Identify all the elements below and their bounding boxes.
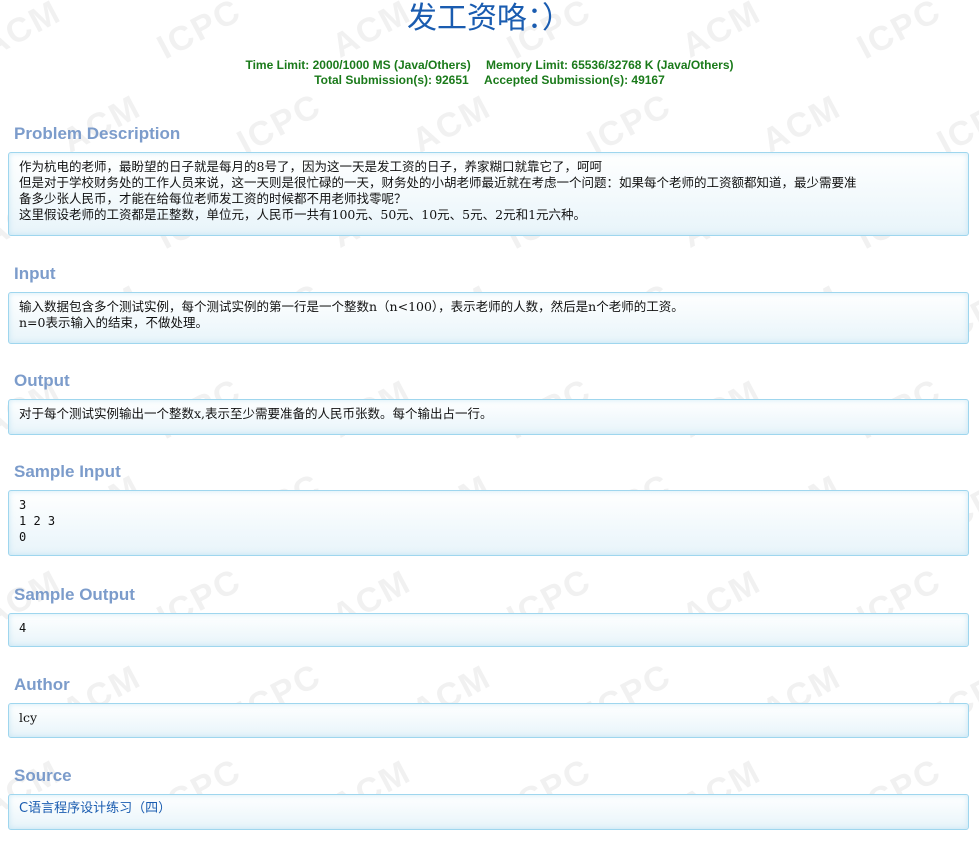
description-line: 这里假设老师的工资都是正整数，单位元，人民币一共有100元、50元、10元、5元… [19, 207, 587, 222]
sample-output-heading: Sample Output [14, 585, 135, 604]
sample-input-heading: Sample Input [14, 462, 121, 481]
input-line: 输入数据包含多个测试实例，每个测试实例的第一行是一个整数n（n<100），表示老… [19, 299, 684, 314]
input-panel: 输入数据包含多个测试实例，每个测试实例的第一行是一个整数n（n<100），表示老… [8, 292, 969, 344]
sample-input-line: 3 [19, 498, 27, 512]
source-link[interactable]: C语言程序设计练习（四） [19, 801, 958, 817]
time-limit: Time Limit: 2000/1000 MS (Java/Others) [245, 58, 471, 72]
output-panel: 对于每个测试实例输出一个整数x,表示至少需要准备的人民币张数。每个输出占一行。 [8, 399, 969, 435]
description-line: 备多少张人民币，才能在给每位老师发工资的时候都不用老师找零呢？ [19, 191, 407, 206]
input-heading: Input [14, 264, 56, 283]
author-panel: lcy [8, 703, 969, 738]
output-line: 对于每个测试实例输出一个整数x,表示至少需要准备的人民币张数。每个输出占一行。 [19, 406, 493, 421]
total-submissions: Total Submission(s): 92651 [314, 73, 469, 87]
description-panel: 作为杭电的老师，最盼望的日子就是每月的8号了，因为这一天是发工资的日子，养家糊口… [8, 152, 969, 236]
source-heading: Source [14, 766, 72, 785]
memory-limit: Memory Limit: 65536/32768 K (Java/Others… [486, 58, 734, 72]
source-panel: C语言程序设计练习（四） [8, 794, 969, 830]
problem-limits: Time Limit: 2000/1000 MS (Java/Others) M… [0, 58, 979, 88]
description-heading: Problem Description [14, 124, 181, 143]
problem-title: 发工资咯：） [407, 1, 572, 36]
author-heading: Author [14, 675, 70, 694]
sample-output-panel: 4 [8, 613, 969, 647]
output-heading: Output [14, 371, 70, 390]
accepted-submissions: Accepted Submission(s): 49167 [484, 73, 665, 87]
sample-output-line: 4 [19, 621, 27, 635]
author-name: lcy [19, 710, 38, 725]
input-line: n=0表示输入的结束，不做处理。 [19, 315, 208, 330]
problem-page: 发工资咯：） Time Limit: 2000/1000 MS (Java/Ot… [0, 0, 979, 842]
description-line: 作为杭电的老师，最盼望的日子就是每月的8号了，因为这一天是发工资的日子，养家糊口… [19, 159, 602, 174]
sample-input-panel: 3 1 2 3 0 [8, 490, 969, 556]
sample-input-line: 1 2 3 [19, 514, 56, 528]
description-line: 但是对于学校财务处的工作人员来说，这一天则是很忙碌的一天，财务处的小胡老师最近就… [19, 175, 857, 190]
sample-input-line: 0 [19, 530, 27, 544]
